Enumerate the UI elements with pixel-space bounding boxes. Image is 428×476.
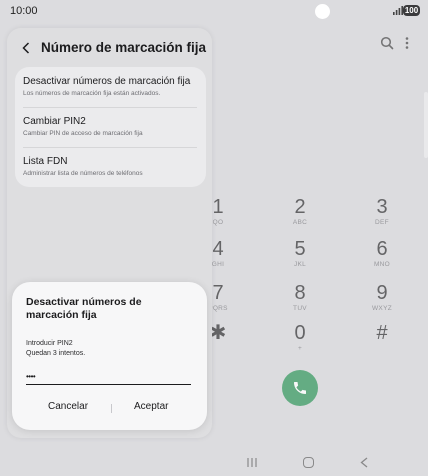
attempts-remaining: Quedan 3 intentos. bbox=[26, 350, 86, 357]
pin2-input[interactable] bbox=[26, 368, 191, 385]
dialog-prompt: Introducir PIN2 bbox=[26, 340, 73, 347]
page-title: Número de marcación fija bbox=[41, 40, 207, 55]
divider bbox=[23, 107, 197, 108]
setting-change-pin2[interactable]: Cambiar PIN2 Cambiar PIN de acceso de ma… bbox=[23, 116, 203, 137]
divider bbox=[23, 147, 197, 148]
status-time: 10:00 bbox=[10, 5, 38, 17]
setting-title: Cambiar PIN2 bbox=[23, 116, 86, 127]
dialog-title: Desactivar números de marcación fija bbox=[26, 296, 142, 321]
setting-title: Lista FDN bbox=[23, 156, 68, 167]
setting-disable-fdn[interactable]: Desactivar números de marcación fija Los… bbox=[23, 76, 203, 97]
back-icon[interactable] bbox=[22, 42, 30, 54]
button-divider bbox=[111, 404, 112, 413]
setting-fdn-list[interactable]: Lista FDN Administrar lista de números d… bbox=[23, 156, 203, 177]
setting-subtitle: Los números de marcación fija están acti… bbox=[23, 90, 161, 97]
setting-subtitle: Administrar lista de números de teléfono… bbox=[23, 170, 143, 177]
cancel-button[interactable]: Cancelar bbox=[48, 401, 88, 412]
status-bar: 10:00 100 bbox=[0, 0, 428, 22]
battery-indicator: 100 bbox=[403, 5, 420, 16]
settings-header: Número de marcación fija bbox=[7, 28, 212, 68]
front-camera bbox=[315, 4, 330, 19]
pin2-dialog: Desactivar números de marcación fija Int… bbox=[12, 282, 207, 430]
setting-title: Desactivar números de marcación fija bbox=[23, 76, 191, 87]
signal-icon bbox=[393, 6, 403, 15]
settings-list: Desactivar números de marcación fija Los… bbox=[15, 67, 206, 187]
setting-subtitle: Cambiar PIN de acceso de marcación fija bbox=[23, 130, 143, 137]
accept-button[interactable]: Aceptar bbox=[134, 401, 168, 412]
